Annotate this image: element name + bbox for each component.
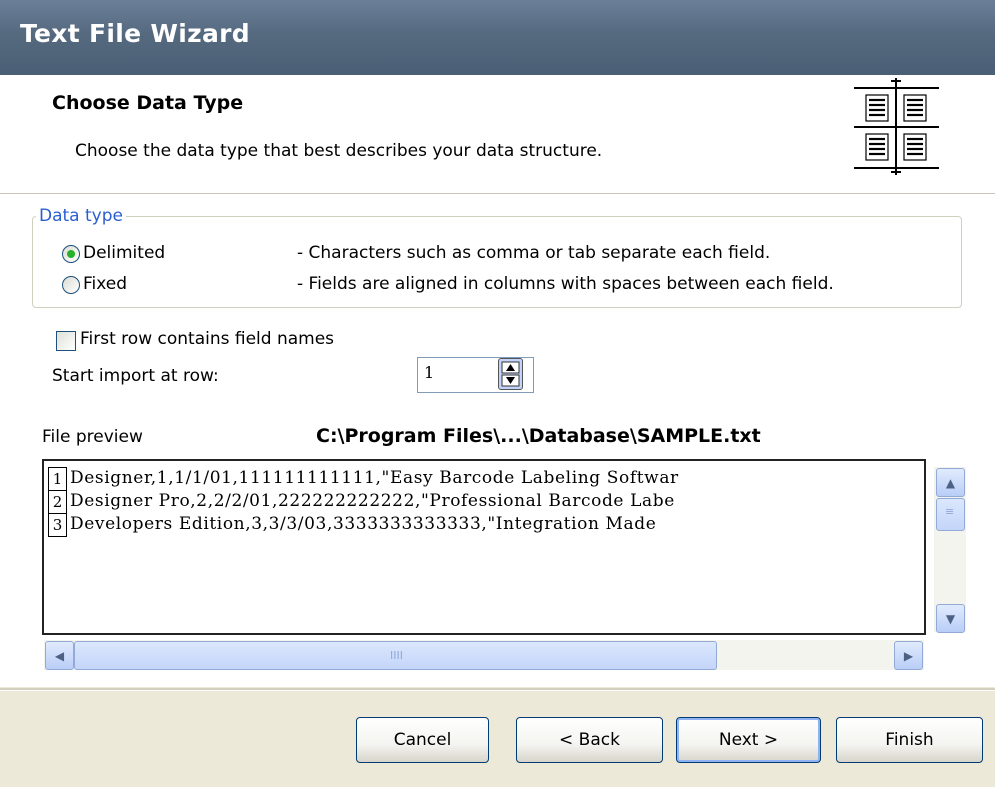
- radio-selected-dot: [67, 250, 75, 258]
- start-row-value[interactable]: 1: [424, 363, 434, 382]
- fixed-radio[interactable]: [62, 276, 80, 294]
- grip-icon: IIII: [390, 649, 403, 662]
- scroll-down-button[interactable]: ▼: [936, 604, 965, 633]
- file-preview-box[interactable]: 1 Designer,1,1/1/01,111111111111,"Easy Ba…: [42, 459, 926, 635]
- row-text: Developers Edition,3,3/3/03,333333333333…: [70, 514, 657, 534]
- fixed-description: - Fields are aligned in columns with spa…: [297, 274, 834, 294]
- delimited-radio[interactable]: [62, 245, 80, 263]
- preview-row: 3 Developers Edition,3,3/3/03,33333333333…: [48, 513, 657, 537]
- row-number: 3: [48, 513, 67, 537]
- preview-row: 2 Designer Pro,2,2/2/01,222222222222,"Pro…: [48, 490, 675, 514]
- text-file-wizard-window: Text File Wizard Choose Data Type Choose…: [0, 0, 995, 787]
- cancel-button[interactable]: Cancel: [356, 717, 489, 763]
- title-bar[interactable]: Text File Wizard: [0, 0, 995, 75]
- spin-buttons[interactable]: [498, 358, 523, 390]
- delimited-description: - Characters such as comma or tab separa…: [297, 243, 771, 263]
- back-button[interactable]: < Back: [516, 717, 663, 763]
- row-text: Designer,1,1/1/01,111111111111,"Easy Bar…: [70, 468, 679, 488]
- page-description: Choose the data type that best describes…: [75, 141, 603, 161]
- finish-button[interactable]: Finish: [836, 717, 983, 763]
- first-row-label[interactable]: First row contains field names: [80, 329, 334, 349]
- data-type-legend: Data type: [36, 206, 126, 226]
- scroll-right-button[interactable]: ▶: [894, 641, 923, 670]
- scroll-up-button[interactable]: ▲: [936, 468, 965, 497]
- scroll-left-button[interactable]: ◀: [45, 641, 74, 670]
- row-text: Designer Pro,2,2/2/01,222222222222,"Prof…: [70, 491, 675, 511]
- window-title: Text File Wizard: [20, 19, 250, 48]
- fixed-radio-label[interactable]: Fixed: [83, 274, 127, 294]
- file-path: C:\Program Files\...\Database\SAMPLE.txt: [316, 425, 761, 447]
- preview-row: 1 Designer,1,1/1/01,111111111111,"Easy Ba…: [48, 467, 679, 491]
- columns-icon: [846, 76, 946, 177]
- row-number: 1: [48, 467, 67, 491]
- chevron-down-icon: ▼: [945, 611, 956, 626]
- horizontal-scrollbar[interactable]: ◀ IIII ▶: [44, 640, 924, 670]
- page-title: Choose Data Type: [52, 92, 244, 114]
- row-number: 2: [48, 490, 67, 514]
- file-preview-label: File preview: [42, 427, 143, 447]
- start-row-label: Start import at row:: [52, 366, 219, 386]
- chevron-up-icon: ▲: [945, 475, 956, 490]
- first-row-checkbox[interactable]: [56, 331, 76, 351]
- vertical-scrollbar[interactable]: ▲ ≡ ▼: [934, 467, 966, 633]
- next-button[interactable]: Next >: [676, 717, 821, 763]
- horizontal-scroll-thumb[interactable]: IIII: [74, 641, 717, 670]
- vertical-scroll-thumb[interactable]: ≡: [936, 498, 965, 531]
- delimited-radio-label[interactable]: Delimited: [83, 243, 165, 263]
- grip-icon: ≡: [945, 505, 955, 518]
- chevron-right-icon: ▶: [903, 648, 914, 663]
- footer-divider: [0, 688, 995, 691]
- chevron-left-icon: ◀: [54, 648, 65, 663]
